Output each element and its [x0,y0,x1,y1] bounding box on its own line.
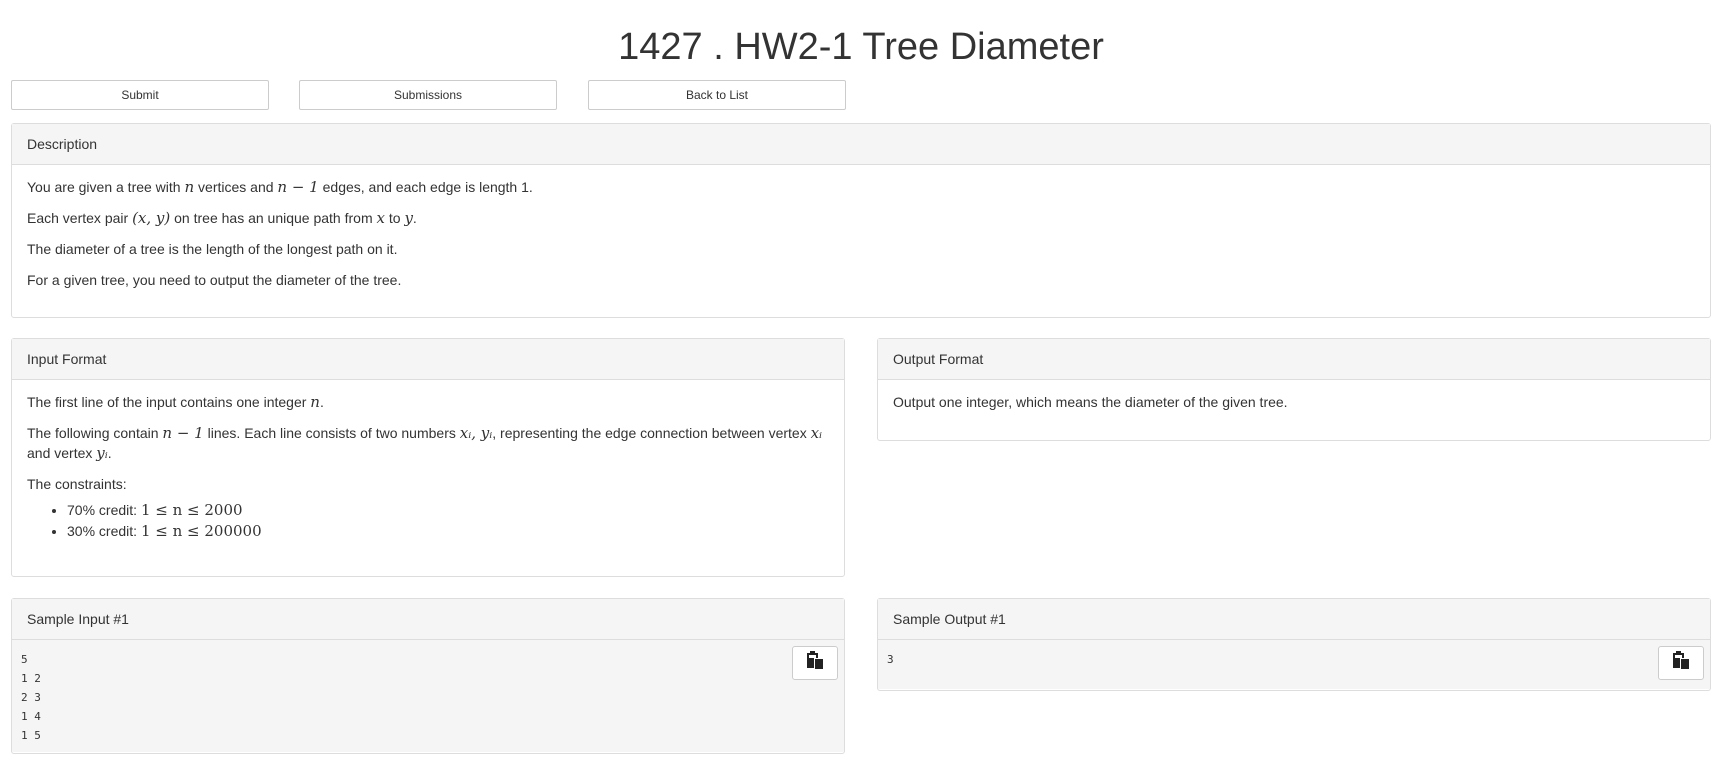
output-format-heading: Output Format [878,339,1710,380]
math-xi-yi: xᵢ, yᵢ [459,424,493,442]
sample-output-body: 3 [878,640,1710,689]
clipboard-icon [805,650,825,676]
constraint-item: 30% credit: 1 ≤ n ≤ 200000 [67,521,829,542]
math-n-minus-1: n − 1 [277,178,319,196]
text: , representing the edge connection betwe… [492,425,811,441]
text: on tree has an unique path from [170,210,377,226]
text: . [107,445,112,461]
math-xi: xᵢ [810,424,823,442]
description-line: Each vertex pair (x, y) on tree has an u… [27,208,1695,228]
input-format-heading: Input Format [12,339,844,380]
description-heading: Description [12,124,1710,165]
sample-input-body: 5 1 2 2 3 1 4 1 5 [12,640,844,752]
page-title: 1427 . HW2-1 Tree Diameter [618,26,1104,68]
back-to-list-button[interactable]: Back to List [588,80,846,110]
math-yi: yᵢ [96,444,108,462]
input-format-line: The first line of the input contains one… [27,392,829,412]
text: and vertex [27,445,97,461]
math-n: n [184,178,195,196]
constraints-label: The constraints: [27,476,127,492]
math-n: n [310,393,320,411]
sample-output-panel: Sample Output #1 3 [877,598,1711,691]
credit-text: 30% credit: [67,523,141,539]
math-xy: (x, y) [132,209,171,227]
text: The first line of the input contains one… [27,394,311,410]
description-line: You are given a tree with n vertices and… [27,177,1695,197]
text: to [384,210,405,226]
text: lines. Each line consists of two numbers [203,425,460,441]
input-format-panel: Input Format The first line of the input… [11,338,845,577]
text: . [319,394,324,410]
text: Each vertex pair [27,210,133,226]
sample-input-code[interactable]: 5 1 2 2 3 1 4 1 5 [21,650,835,745]
math-y: y [404,209,413,227]
description-body: You are given a tree with n vertices and… [12,165,1710,313]
constraints-list: 70% credit: 1 ≤ n ≤ 2000 30% credit: 1 ≤… [27,500,829,542]
constraint-item: 70% credit: 1 ≤ n ≤ 2000 [67,500,829,521]
credit-text: 70% credit: [67,502,141,518]
description-line: The diameter of a tree is the length of … [27,241,398,257]
description-line: For a given tree, you need to output the… [27,272,402,288]
text: edges, and each edge is length 1. [318,179,533,195]
sample-output-heading: Sample Output #1 [878,599,1710,640]
description-panel: Description You are given a tree with n … [11,123,1711,318]
text: vertices and [194,179,278,195]
input-format-body: The first line of the input contains one… [12,380,844,554]
sample-input-heading: Sample Input #1 [12,599,844,640]
submissions-button[interactable]: Submissions [299,80,557,110]
sample-input-panel: Sample Input #1 5 1 2 2 3 1 4 1 5 [11,598,845,754]
copy-sample-input-button[interactable] [792,646,838,680]
output-format-body: Output one integer, which means the diam… [878,380,1710,435]
math-x: x [376,209,385,227]
math-n-minus-1: n − 1 [162,424,204,442]
text: . [412,210,417,226]
problem-page: 1427 . HW2-1 Tree Diameter Submit Submis… [0,0,1722,763]
text: You are given a tree with [27,179,185,195]
copy-sample-output-button[interactable] [1658,646,1704,680]
sample-output-code[interactable]: 3 [887,650,1701,669]
clipboard-icon [1671,650,1691,676]
submit-button[interactable]: Submit [11,80,269,110]
constraint-expr: 1 ≤ n ≤ 200000 [140,522,262,540]
input-format-line: The following contain n − 1 lines. Each … [27,423,829,463]
text: The following contain [27,425,163,441]
constraint-expr: 1 ≤ n ≤ 2000 [140,501,243,519]
output-format-panel: Output Format Output one integer, which … [877,338,1711,441]
output-format-text: Output one integer, which means the diam… [893,394,1288,410]
